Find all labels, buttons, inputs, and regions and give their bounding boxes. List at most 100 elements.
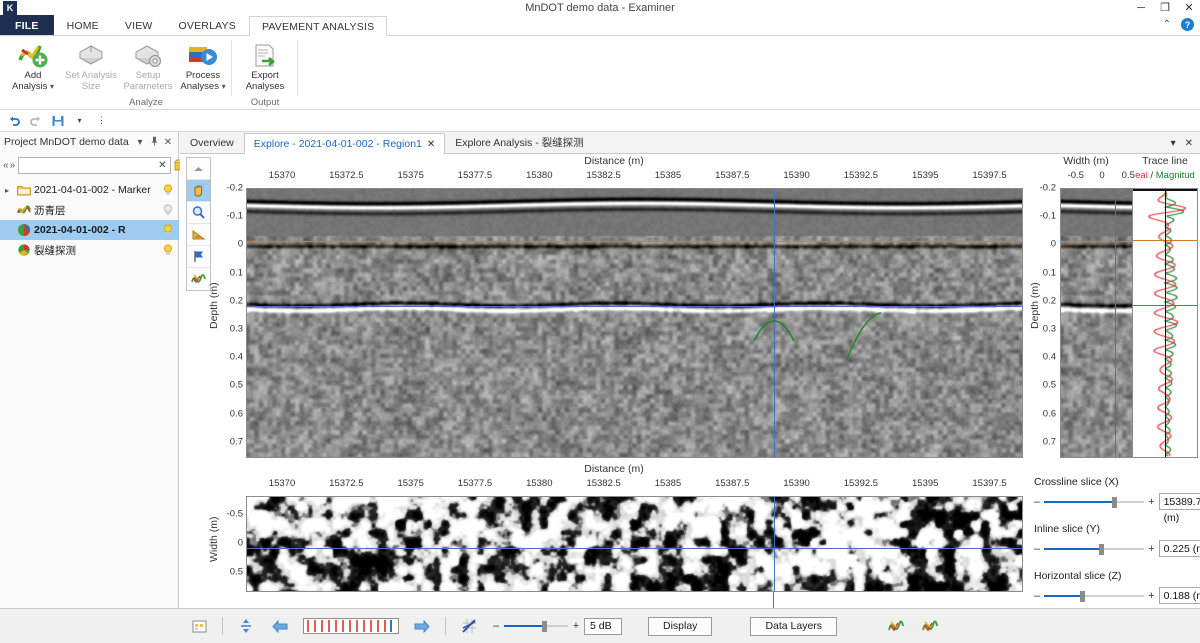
tab-explore-region1[interactable]: Explore - 2021-04-01-002 - Region1 ✕ — [243, 133, 446, 155]
crossline-value-field[interactable]: 15389.703 (m) — [1158, 493, 1200, 524]
ribbon-tab-pavement-analysis[interactable]: PAVEMENT ANALYSIS — [248, 16, 388, 36]
setup-parameters-button[interactable]: Setup Parameters — [117, 40, 179, 92]
tree-node-region-selected[interactable]: 2021-04-01-002 - R — [0, 220, 179, 240]
search-clear-icon[interactable]: ✕ — [158, 160, 166, 171]
expand-collapse-icons[interactable]: « » — [3, 160, 15, 171]
axis-tick-label: 15377.5 — [457, 478, 493, 489]
horizontal-decrement-button[interactable]: – — [1034, 590, 1040, 602]
gain-value-field[interactable]: 5 dB — [584, 617, 622, 635]
panel-dropdown-icon[interactable]: ▾ — [133, 137, 147, 148]
crossline-decrement-button[interactable]: – — [1034, 496, 1040, 508]
inline-decrement-button[interactable]: – — [1034, 543, 1040, 555]
redo-icon[interactable] — [28, 113, 43, 128]
slider-thumb[interactable] — [1099, 543, 1105, 555]
gain-increment-button[interactable]: + — [572, 620, 580, 632]
crossline-slider[interactable] — [1044, 496, 1145, 508]
status-bar — [0, 608, 180, 643]
quick-access-toolbar: ▾ ⋮ — [0, 110, 1200, 132]
ribbon-tab-view[interactable]: VIEW — [112, 15, 166, 35]
slider-fill — [1044, 547, 1102, 550]
trace-line-plot[interactable] — [1132, 188, 1198, 458]
panel-pin-icon[interactable] — [147, 136, 161, 149]
horizontal-slice-image[interactable] — [246, 496, 1023, 592]
export-analyses-button[interactable]: Export Analyses — [234, 40, 296, 92]
set-analysis-size-button[interactable]: Set Analysis Size — [60, 40, 122, 92]
layer-green-icon[interactable] — [885, 616, 907, 636]
horizontal-slice-control: Horizontal slice (Z) – + 0.188 (m) — [1034, 570, 1200, 604]
data-layers-button[interactable]: Data Layers — [750, 616, 838, 636]
picks-icon[interactable] — [458, 616, 480, 636]
tree-node-crack-detection[interactable]: 裂缝探测 — [0, 240, 179, 260]
ribbon-tab-home[interactable]: HOME — [54, 15, 112, 35]
radargram-x-axis-title: Distance (m) — [584, 155, 644, 167]
search-input[interactable] — [22, 158, 159, 172]
expand-all-icon[interactable]: « — [3, 160, 9, 171]
gain-decrement-button[interactable]: – — [492, 620, 500, 632]
panel-close-icon[interactable]: ✕ — [161, 137, 175, 148]
minimize-button[interactable]: ─ — [1134, 0, 1148, 16]
tree-node-marker-folder[interactable]: ▸ 2021-04-01-002 - Marker — [0, 180, 179, 200]
display-button[interactable]: Display — [648, 616, 713, 636]
horizontal-slider[interactable] — [1044, 590, 1145, 602]
tab-close-icon[interactable]: ✕ — [427, 134, 435, 155]
visibility-bulb-icon[interactable] — [161, 184, 175, 196]
trace-legend-real: eal — [1135, 170, 1148, 181]
tree-node-label: 2021-04-01-002 - Marker — [34, 184, 151, 196]
close-button[interactable]: ✕ — [1182, 0, 1196, 16]
gain-slider[interactable] — [504, 620, 568, 632]
crossline-slice-panel: Width (m) -0.5 0 0.5 Depth (m) -0.2 -0.1 0 0.… — [1026, 154, 1146, 459]
trace-legend-magnitude: Magnitud — [1155, 170, 1195, 181]
inline-position-marker[interactable] — [1115, 189, 1116, 457]
collapse-all-icon[interactable]: » — [10, 160, 16, 171]
undo-icon[interactable] — [6, 113, 21, 128]
horizontal-value-field[interactable]: 0.188 (m) — [1158, 587, 1200, 604]
inline-value-field[interactable]: 0.225 (m) — [1158, 540, 1200, 557]
horizontal-increment-button[interactable]: + — [1148, 590, 1154, 602]
collapse-ribbon-icon[interactable]: ⌃ — [1163, 19, 1171, 30]
ribbon-tab-strip: FILE HOME VIEW OVERLAYS PAVEMENT ANALYSI… — [0, 15, 1200, 36]
ribbon-tab-file[interactable]: FILE — [0, 15, 54, 35]
tab-explore-analysis[interactable]: Explore Analysis - 裂缝探测 — [445, 132, 593, 153]
visibility-bulb-icon[interactable] — [161, 244, 175, 256]
grid-view-icon[interactable] — [188, 616, 210, 636]
maximize-button[interactable]: ❐ — [1158, 0, 1172, 16]
tab-overview[interactable]: Overview — [180, 132, 244, 153]
customize-dropdown-icon[interactable]: ▾ — [72, 113, 87, 128]
crossline-slice-marker[interactable] — [774, 497, 775, 591]
slider-thumb[interactable] — [542, 621, 548, 632]
layer-green-2-icon[interactable] — [919, 616, 941, 636]
more-commands-icon[interactable]: ⋮ — [94, 113, 109, 128]
axis-tick-label: 0.5 — [229, 379, 243, 391]
radargram-image[interactable] — [246, 188, 1023, 458]
radargram-x-ticks: 15370 15372.5 15375 15377.5 15380 15382.5 1538… — [205, 170, 1023, 186]
axis-tick-label: 0.6 — [229, 408, 243, 420]
axis-tick-label: 15387.5 — [715, 478, 750, 489]
crossline-increment-button[interactable]: + — [1148, 496, 1154, 508]
add-analysis-button[interactable]: Add Analysis ▾ — [2, 40, 64, 92]
setup-parameters-icon — [117, 40, 179, 70]
axis-tick-label: 15387.5 — [715, 170, 750, 181]
slider-thumb[interactable] — [1112, 496, 1118, 508]
active-tab-close-icon[interactable]: ✕ — [1185, 138, 1193, 149]
axis-tick-label: 0.7 — [229, 436, 243, 448]
axis-tick-label: 0.3 — [229, 323, 243, 335]
visibility-bulb-icon[interactable] — [161, 224, 175, 236]
vertical-split-icon[interactable] — [235, 616, 257, 636]
inline-slider[interactable] — [1044, 543, 1145, 555]
project-search-box[interactable]: ✕ — [18, 156, 171, 174]
trace-position-bar[interactable] — [303, 618, 399, 634]
inline-increment-button[interactable]: + — [1148, 543, 1154, 555]
tree-expander-icon[interactable]: ▸ — [0, 186, 14, 195]
help-icon[interactable]: ? — [1181, 18, 1194, 31]
visibility-bulb-icon[interactable] — [161, 204, 175, 216]
axis-tick-label: 0.3 — [1042, 323, 1056, 335]
process-analyses-button[interactable]: Process Analyses ▾ — [172, 40, 234, 92]
save-icon[interactable] — [50, 113, 65, 128]
slider-thumb[interactable] — [1080, 590, 1086, 602]
tree-node-asphalt-layer[interactable]: 沥青层 — [0, 200, 179, 220]
tab-list-dropdown-icon[interactable]: ▾ — [1171, 138, 1176, 149]
prev-trace-button[interactable] — [269, 616, 291, 636]
ribbon-tab-overlays[interactable]: OVERLAYS — [166, 15, 249, 35]
tree-node-label: 沥青层 — [34, 204, 66, 217]
next-trace-button[interactable] — [411, 616, 433, 636]
